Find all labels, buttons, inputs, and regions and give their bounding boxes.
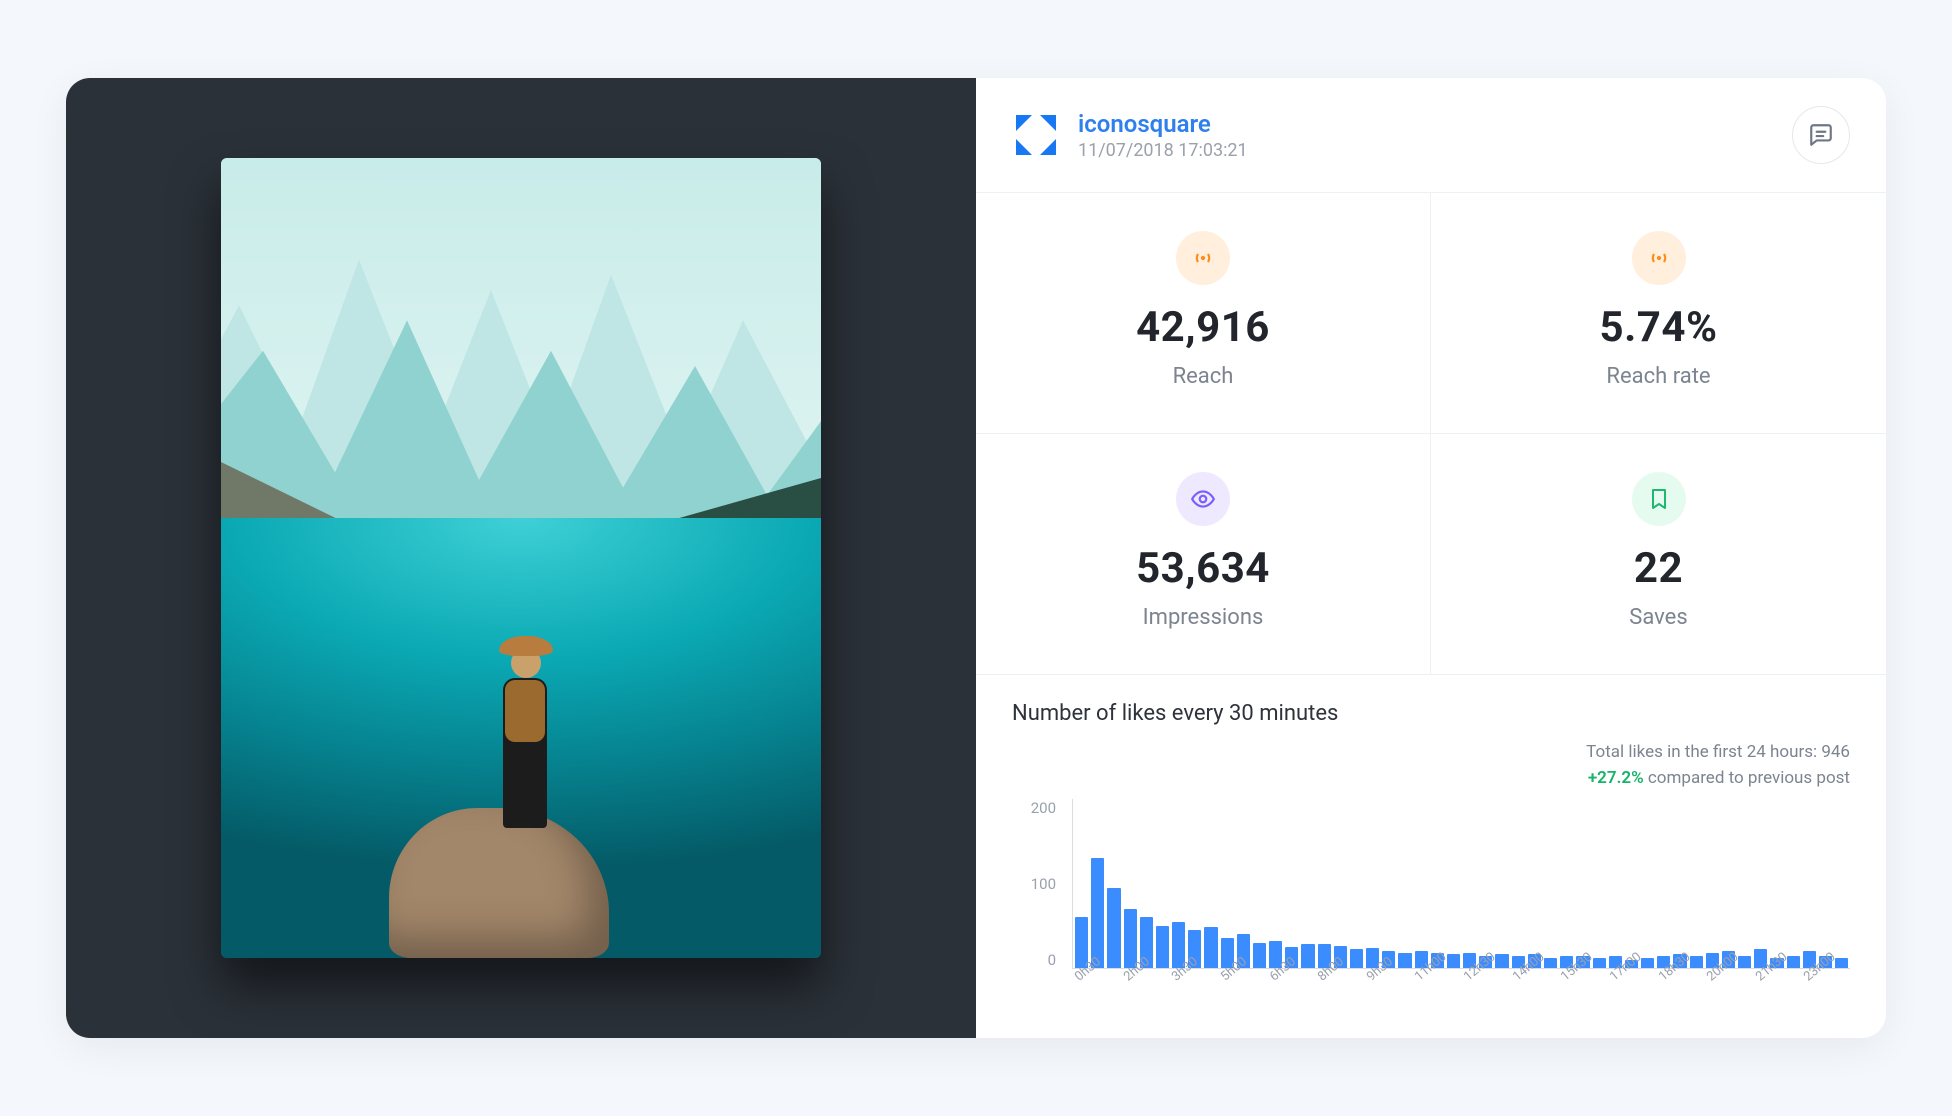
stat-value: 42,916 [996, 303, 1410, 352]
delta-value: +27.2% [1588, 768, 1644, 788]
likes-chart-section: Number of likes every 30 minutes Total l… [976, 675, 1886, 1019]
account-name: iconosquare [1078, 110, 1248, 138]
stat-label: Reach rate [1451, 364, 1866, 389]
signal-icon [1176, 231, 1230, 285]
stats-grid: 42,916 Reach 5.74% Reach rate 53,634 Imp… [976, 193, 1886, 675]
stat-value: 22 [1451, 544, 1866, 593]
stat-value: 5.74% [1451, 303, 1866, 352]
chat-icon [1808, 122, 1834, 148]
bookmark-icon [1632, 472, 1686, 526]
stat-impressions: 53,634 Impressions [976, 434, 1431, 675]
signal-icon [1632, 231, 1686, 285]
chart-bar [1124, 909, 1137, 968]
stat-label: Impressions [996, 605, 1410, 630]
mountains-illustration [221, 214, 821, 518]
eye-icon [1176, 472, 1230, 526]
summary-prefix: Total likes in the first 24 hours: [1586, 742, 1821, 762]
post-image [221, 158, 821, 958]
y-tick: 100 [1031, 875, 1056, 893]
person-illustration [485, 598, 565, 828]
stat-saves: 22 Saves [1431, 434, 1886, 675]
comments-button[interactable] [1792, 106, 1850, 164]
stat-reach-rate: 5.74% Reach rate [1431, 193, 1886, 434]
stat-reach: 42,916 Reach [976, 193, 1431, 434]
post-datetime: 11/07/2018 17:03:21 [1078, 140, 1248, 161]
brand-logo [1012, 111, 1060, 159]
chart-title: Number of likes every 30 minutes [1012, 701, 1850, 726]
post-image-panel [66, 78, 976, 1038]
post-header: iconosquare 11/07/2018 17:03:21 [976, 78, 1886, 193]
stat-label: Saves [1451, 605, 1866, 630]
stat-value: 53,634 [996, 544, 1410, 593]
chart-plot [1072, 799, 1850, 969]
y-tick: 200 [1031, 799, 1056, 817]
summary-value: 946 [1821, 742, 1850, 762]
analytics-panel: iconosquare 11/07/2018 17:03:21 42,916 R… [976, 78, 1886, 1038]
analytics-card: iconosquare 11/07/2018 17:03:21 42,916 R… [66, 78, 1886, 1038]
x-axis: 0h302h003h305h006h308h009h3011h0012h3014… [1072, 967, 1850, 999]
likes-bar-chart: 200 100 0 0h302h003h305h006h308h009h3011h0… [1012, 799, 1850, 999]
stat-label: Reach [996, 364, 1410, 389]
chart-summary: Total likes in the first 24 hours: 946 +… [1012, 740, 1850, 791]
y-axis: 200 100 0 [1012, 799, 1064, 969]
y-tick: 0 [1048, 951, 1056, 969]
delta-suffix: compared to previous post [1644, 768, 1850, 788]
